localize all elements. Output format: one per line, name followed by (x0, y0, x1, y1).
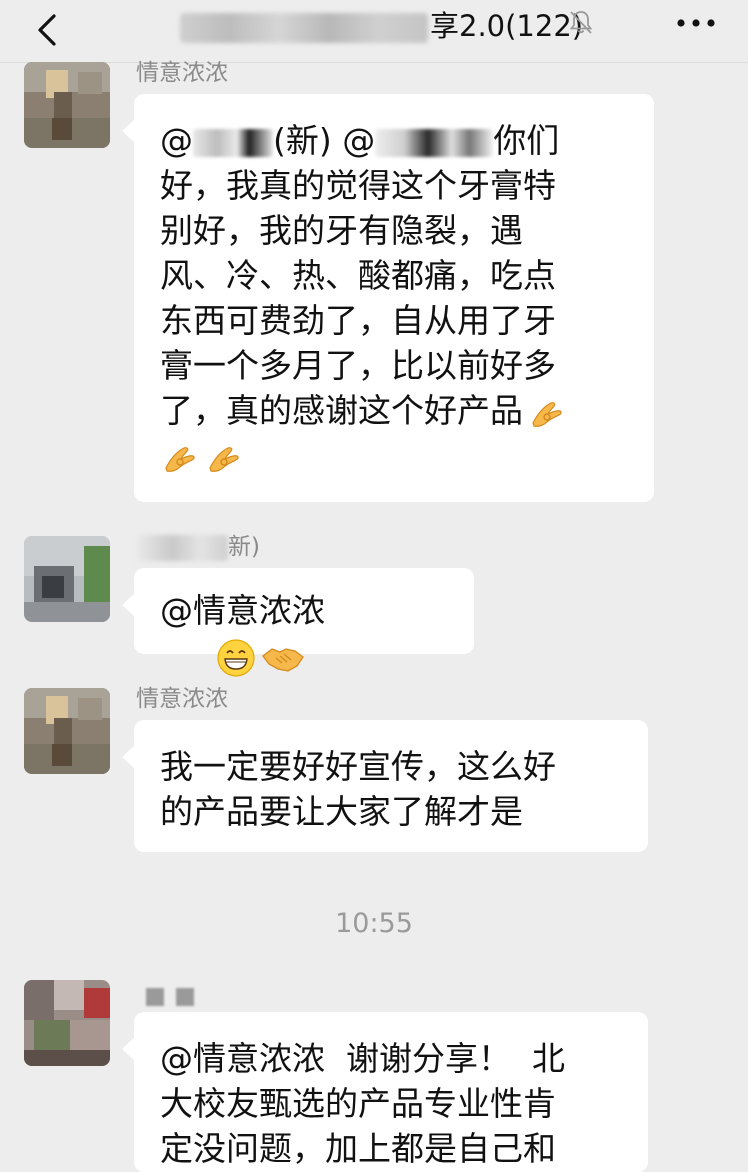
message-line: 定没问题，加上都是自己和 (160, 1129, 556, 1168)
sender-name: 新) (136, 532, 260, 562)
message-bubble[interactable]: @情意浓浓 (122, 568, 474, 677)
sender-name: 情意浓浓 (136, 60, 228, 86)
mention-at: @ (160, 121, 193, 160)
message-bubble[interactable]: 我一定要好好宣传，这么好 的产品要让大家了解才是 (122, 720, 648, 852)
mention-redaction (193, 128, 273, 157)
handshake-emoji (262, 647, 304, 672)
group-title: 享2.0(122) (180, 6, 583, 46)
sender-name: 情意浓浓 (136, 686, 228, 712)
message-line (160, 433, 632, 478)
timestamp: 10:55 (335, 908, 413, 939)
message-bubble[interactable]: @情意浓浓 谢谢分享！ 北 大校友甄选的产品专业性肯 定没问题，加上都是自己和 (122, 1012, 648, 1172)
sender-redaction (176, 988, 194, 1006)
message-line: 好，我真的觉得这个牙膏特 (160, 166, 556, 205)
ok-hand-emoji (209, 446, 239, 472)
message-line-text: 了，真的感谢这个好产品 (160, 391, 523, 430)
avatar[interactable] (24, 62, 110, 148)
sender-redaction (136, 534, 228, 561)
message-text: @情意浓浓 (160, 591, 325, 630)
avatar[interactable] (24, 536, 110, 622)
message-line: 你们 (493, 121, 560, 160)
avatar[interactable] (24, 688, 110, 774)
message-bubble[interactable]: @ (新) @ 你们 好，我真的觉得这个牙膏特 别好，我的牙有隐裂，遇 风、冷、热、… (122, 94, 654, 502)
mention-redaction (375, 128, 494, 157)
bell-slash-icon (569, 11, 593, 34)
message-line: 东西可费劲了，自从用了牙 (160, 301, 556, 340)
avatar[interactable] (24, 980, 110, 1066)
message-line: 我一定要好好宣传，这么好 (160, 747, 556, 786)
chevron-left-icon[interactable] (30, 10, 70, 50)
ok-hand-emoji (165, 446, 195, 472)
message-line: 大校友甄选的产品专业性肯 (160, 1084, 556, 1123)
title-redaction (180, 13, 428, 43)
message-line: 的产品要让大家了解才是 (160, 792, 523, 831)
message-line: 风、冷、热、酸都痛，吃点 (160, 256, 556, 295)
message-line: 别好，我的牙有隐裂，遇 (160, 211, 523, 250)
group-title-text: 享2.0(122) (430, 9, 584, 43)
message-line: @情意浓浓 谢谢分享！ 北 (160, 1039, 565, 1078)
sender-name-text: 新) (228, 534, 260, 560)
message-text: @ (新) @ 你们 (160, 118, 632, 163)
mention-text: (新) @ (273, 121, 376, 160)
message-line: 了，真的感谢这个好产品 (160, 388, 632, 433)
message-line: 膏一个多月了，比以前好多 (160, 346, 556, 385)
ellipsis-icon[interactable] (676, 18, 716, 28)
ok-hand-emoji (532, 401, 562, 427)
grinning-face-emoji (217, 638, 255, 677)
sender-redaction (146, 988, 164, 1006)
chat-header: 享2.0(122) (0, 0, 748, 63)
